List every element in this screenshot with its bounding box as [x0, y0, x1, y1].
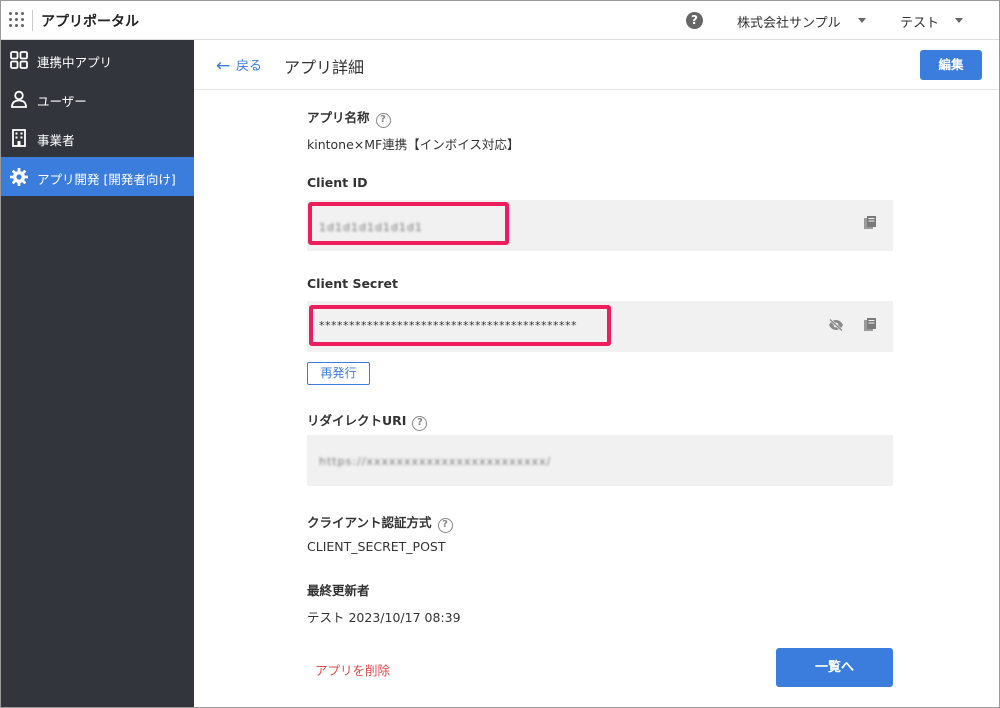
help-circle-icon[interactable]: ?: [375, 113, 391, 128]
sidebar-item-label: 連携中アプリ: [37, 55, 113, 70]
main-content: ← 戻る アプリ詳細 編集 アプリ名称? kintone×MF連携【インボイス対応…: [194, 40, 999, 707]
sidebar: 連携中アプリ ユーザー 事業者 アプリ開発 [開発者向け]: [1, 40, 194, 707]
back-link[interactable]: ← 戻る: [216, 55, 263, 76]
highlight-box: [309, 305, 611, 346]
sidebar-item-business[interactable]: 事業者: [1, 118, 194, 157]
copy-icon[interactable]: [863, 215, 877, 231]
arrow-left-icon: ←: [216, 56, 231, 76]
gear-icon: [10, 168, 28, 186]
app-name-value: kintone×MF連携【インボイス対応】: [307, 137, 520, 152]
back-to-list-button[interactable]: 一覧へ: [776, 648, 893, 687]
copy-icon[interactable]: [863, 317, 877, 333]
client-secret-label: Client Secret: [307, 276, 398, 291]
apps-grid-icon: [10, 51, 28, 69]
top-bar: アプリポータル ? 株式会社サンプル テスト: [1, 1, 999, 40]
redirect-uri-value: https://xxxxxxxxxxxxxxxxxxxxxxxx/: [319, 455, 552, 468]
auth-method-label: クライアント認証方式?: [307, 512, 453, 533]
auth-method-value: CLIENT_SECRET_POST: [307, 539, 446, 554]
highlight-box: [308, 202, 509, 245]
updated-by-value: テスト 2023/10/17 08:39: [307, 610, 461, 625]
app-window: アプリポータル ? 株式会社サンプル テスト 連携中アプリ ユーザー 事業者 ア…: [0, 0, 1000, 708]
company-selector[interactable]: 株式会社サンプル: [737, 12, 841, 31]
delete-app-link[interactable]: アプリを削除: [315, 660, 390, 679]
reissue-button[interactable]: 再発行: [307, 362, 370, 385]
redirect-uri-label: リダイレクトURI?: [307, 410, 428, 431]
sidebar-item-users[interactable]: ユーザー: [1, 79, 194, 118]
client-id-label: Client ID: [307, 175, 368, 190]
divider: [32, 10, 33, 31]
app-launcher-icon[interactable]: [9, 12, 25, 28]
edit-button[interactable]: 編集: [920, 50, 982, 80]
sidebar-item-connected-apps[interactable]: 連携中アプリ: [1, 40, 194, 79]
app-name-label: アプリ名称?: [307, 107, 391, 128]
user-icon: [11, 90, 27, 108]
sidebar-item-app-development[interactable]: アプリ開発 [開発者向け]: [1, 157, 194, 196]
updated-by-label: 最終更新者: [307, 583, 370, 598]
sidebar-item-label: ユーザー: [37, 94, 87, 109]
chevron-down-icon[interactable]: [858, 18, 866, 23]
page-title: アプリ詳細: [284, 58, 365, 77]
auth-method-label-text: クライアント認証方式: [307, 515, 432, 530]
sidebar-item-label: アプリ開発 [開発者向け]: [37, 172, 176, 187]
redirect-uri-field: https://xxxxxxxxxxxxxxxxxxxxxxxx/: [307, 435, 893, 486]
eye-off-icon[interactable]: [828, 318, 844, 332]
help-circle-icon[interactable]: ?: [437, 518, 453, 533]
back-label: 戻る: [236, 59, 263, 74]
redirect-uri-label-text: リダイレクトURI: [307, 413, 407, 428]
app-name-label-text: アプリ名称: [307, 110, 370, 125]
building-icon: [12, 129, 26, 147]
sidebar-item-label: 事業者: [37, 133, 75, 148]
page-header: ← 戻る アプリ詳細 編集: [194, 40, 999, 90]
help-circle-icon[interactable]: ?: [412, 416, 428, 431]
help-icon[interactable]: ?: [686, 12, 703, 29]
user-menu[interactable]: テスト: [900, 12, 939, 31]
app-title: アプリポータル: [41, 14, 139, 30]
chevron-down-icon[interactable]: [955, 18, 963, 23]
